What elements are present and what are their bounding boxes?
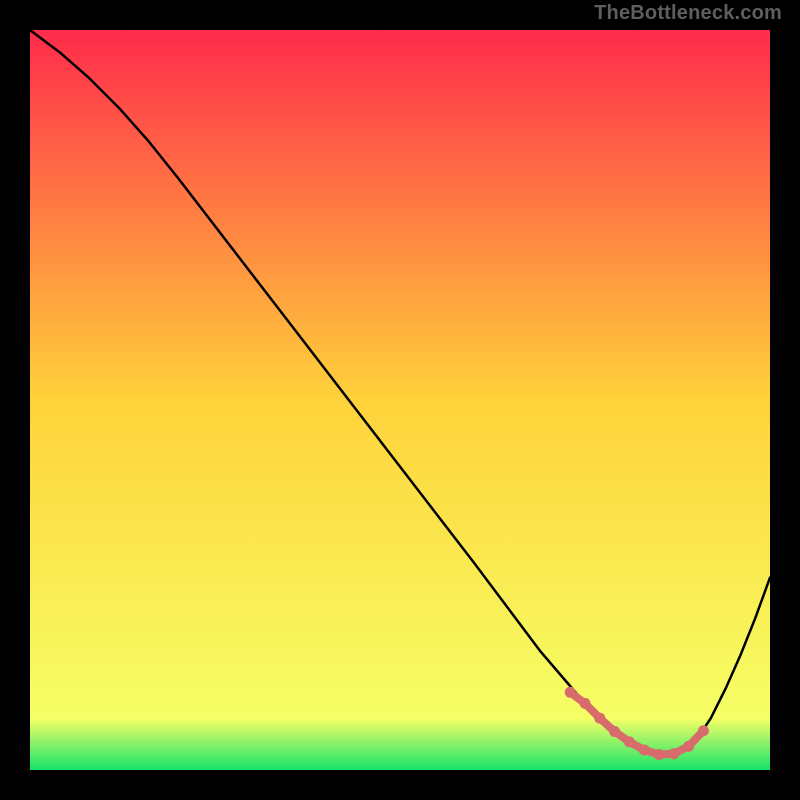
sweet-spot-dot — [565, 687, 576, 698]
attribution-text: TheBottleneck.com — [594, 2, 782, 25]
sweet-spot-dot — [580, 698, 591, 709]
sweet-spot-dot — [668, 748, 679, 759]
chart-frame: TheBottleneck.com — [0, 0, 800, 800]
gradient-background — [30, 30, 770, 770]
bottleneck-chart — [30, 30, 770, 770]
sweet-spot-dot — [639, 745, 650, 756]
sweet-spot-dot — [683, 741, 694, 752]
sweet-spot-dot — [698, 725, 709, 736]
sweet-spot-dot — [594, 713, 605, 724]
sweet-spot-dot — [609, 726, 620, 737]
sweet-spot-dot — [654, 749, 665, 760]
sweet-spot-dot — [624, 736, 635, 747]
